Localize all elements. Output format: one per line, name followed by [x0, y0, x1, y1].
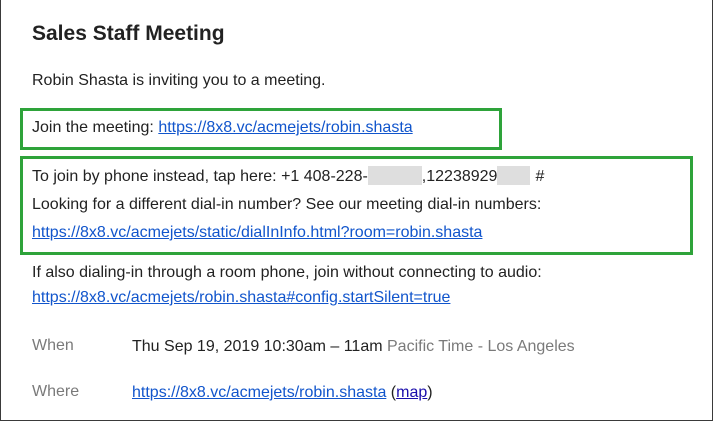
phone-mid: ,12238929 [421, 168, 498, 185]
where-meeting-link[interactable]: https://8x8.vc/acmejets/robin.shasta [132, 384, 386, 401]
different-dial-in-text: Looking for a different dial-in number? … [32, 196, 542, 213]
dial-in-line: https://8x8.vc/acmejets/static/dialInInf… [32, 222, 482, 243]
dial-in-info-link[interactable]: https://8x8.vc/acmejets/static/dialInInf… [32, 224, 482, 241]
join-line: Join the meeting: https://8x8.vc/acmejet… [32, 117, 413, 138]
when-row: Thu Sep 19, 2019 10:30am – 11am Pacific … [132, 336, 575, 357]
map-link[interactable]: map [396, 384, 427, 401]
start-silent-link[interactable]: https://8x8.vc/acmejets/robin.shasta#con… [32, 289, 450, 306]
where-label: Where [32, 383, 80, 400]
room-phone-text: If also dialing-in through a room phone,… [32, 264, 542, 281]
redacted-pin-digits [497, 166, 531, 185]
phone-label: To join by phone instead, tap here: +1 4… [32, 168, 368, 185]
when-value: Thu Sep 19, 2019 10:30am – 11am [132, 338, 383, 355]
join-label: Join the meeting: [32, 119, 154, 136]
phone-suffix: # [535, 168, 545, 185]
invite-text: Robin Shasta is inviting you to a meetin… [32, 72, 326, 89]
map-close-paren: ) [427, 384, 433, 401]
redacted-phone-digits [367, 166, 422, 185]
timezone-text: Pacific Time - Los Angeles [387, 338, 575, 355]
phone-line: To join by phone instead, tap here: +1 4… [32, 166, 544, 187]
meeting-title: Sales Staff Meeting [32, 22, 225, 45]
join-meeting-link[interactable]: https://8x8.vc/acmejets/robin.shasta [158, 119, 412, 136]
when-label: When [32, 337, 74, 354]
room-phone-link-line: https://8x8.vc/acmejets/robin.shasta#con… [32, 287, 450, 308]
where-row: https://8x8.vc/acmejets/robin.shasta (ma… [132, 382, 433, 403]
